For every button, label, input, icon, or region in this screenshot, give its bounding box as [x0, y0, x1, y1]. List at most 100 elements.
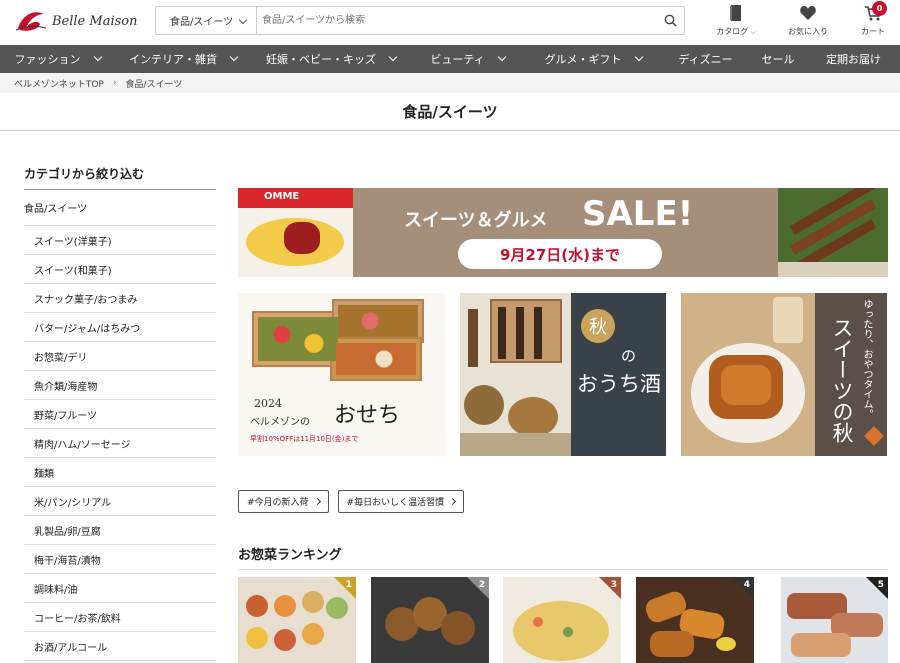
osechi-banner[interactable]: 2024 ベルメゾンの おせち 早割10%OFFは11月10日(金)まで	[238, 293, 445, 456]
sidebar-item[interactable]: お惣菜/デリ	[24, 342, 216, 371]
chevron-down-icon	[238, 15, 248, 25]
sale-date-pill: 9月27日(水)まで	[458, 239, 662, 269]
catalog-link[interactable]: カタログ ⌵	[712, 4, 760, 37]
sidebar-item[interactable]: スイーツ(和菓子)	[24, 255, 216, 284]
ranking-title: お惣菜ランキング	[238, 544, 888, 570]
sweets-title: スイーツの秋	[830, 317, 854, 443]
breadcrumb-home-link[interactable]: ベルメゾンネットTOP	[14, 77, 104, 90]
sidebar-item[interactable]: 調味料/油	[24, 574, 216, 603]
sake-banner[interactable]: 秋 の おうち酒	[460, 293, 666, 456]
osechi-box-image	[246, 297, 426, 381]
heart-icon	[800, 6, 816, 20]
sidebar-item[interactable]: 米/パン/シリアル	[24, 487, 216, 516]
chevron-down-icon	[497, 52, 506, 62]
chevron-down-icon	[388, 52, 398, 62]
rank-badge: 3	[599, 577, 621, 599]
main-nav: ファッション インテリア・雑貨 妊娠・ベビー・キッズ ビューティ グルメ・ギフト…	[0, 45, 900, 73]
sale-banner[interactable]: OMME スイーツ＆グルメ SALE! 9月27日(水)まで	[238, 188, 888, 277]
nav-item-subscription[interactable]: 定期お届け	[807, 45, 900, 73]
skewers-image	[778, 188, 888, 277]
category-sidebar: カテゴリから絞り込む 食品/スイーツ スイーツ(洋菓子) スイーツ(和菓子) ス…	[24, 158, 216, 661]
nav-label: 妊娠・ベビー・キッズ	[266, 53, 376, 66]
page-title: 食品/スイーツ	[0, 93, 900, 131]
rank-badge: 1	[334, 577, 356, 599]
osechi-line: ベルメゾンの	[250, 417, 310, 428]
cart-link[interactable]: カート 0	[856, 1, 890, 37]
nav-label: グルメ・ギフト	[544, 53, 622, 66]
nav-item-fashion[interactable]: ファッション	[0, 45, 115, 73]
logo-mark-icon	[15, 12, 47, 31]
autumn-char: 秋	[589, 317, 607, 338]
maple-leaf-icon	[864, 426, 884, 446]
cart-count-badge: 0	[872, 1, 887, 16]
sidebar-item-food-sweets[interactable]: 食品/スイーツ	[24, 190, 216, 226]
header: Belle Maison 食品/スイーツ カタログ ⌵ お気に入り カート 0	[0, 0, 900, 45]
sale-banner-sale: SALE!	[582, 194, 694, 234]
sidebar-item[interactable]: 梅干/海苔/漬物	[24, 545, 216, 574]
favorites-link[interactable]: お気に入り	[784, 4, 832, 37]
nav-item-sale[interactable]: セール	[749, 45, 807, 73]
search-category-select[interactable]: 食品/スイーツ	[156, 7, 257, 34]
osechi-year: 2024	[254, 397, 282, 410]
ranking-item[interactable]: 2	[371, 577, 489, 663]
omelette-image: OMME	[238, 188, 353, 277]
nav-item-interior[interactable]: インテリア・雑貨	[115, 45, 251, 73]
sidebar-item[interactable]: お酒/アルコール	[24, 632, 216, 661]
nav-label: ビューティ	[430, 53, 485, 66]
nav-item-gourmet-gift[interactable]: グルメ・ギフト	[524, 45, 662, 73]
breadcrumb: ベルメゾンネットTOP › 食品/スイーツ	[0, 73, 900, 93]
rank-badge: 2	[467, 577, 489, 599]
rank-badge: 5	[866, 577, 888, 599]
tag-new-arrivals[interactable]: #今月の新入荷	[238, 490, 329, 513]
sidebar-heading: カテゴリから絞り込む	[24, 158, 216, 190]
sweets-banner[interactable]: ゆったり、おやつタイム。 スイーツの秋	[681, 293, 887, 456]
sidebar-item[interactable]: 麺類	[24, 458, 216, 487]
tag-warm-habit[interactable]: #毎日おいしく温活習慣	[337, 490, 465, 513]
favorites-label: お気に入り	[788, 27, 828, 36]
sweets-subtitle: ゆったり、おやつタイム。	[861, 299, 872, 419]
sake-title-no: の	[621, 347, 637, 365]
sidebar-item[interactable]: 精肉/ハム/ソーセージ	[24, 429, 216, 458]
nav-label: インテリア・雑貨	[129, 53, 217, 66]
nav-label: 定期お届け	[826, 53, 881, 66]
sidebar-item[interactable]: スナック菓子/おつまみ	[24, 284, 216, 313]
search-button[interactable]	[656, 7, 684, 34]
french-toast-image	[681, 293, 815, 456]
sale-date-text: 9月27日(水)まで	[499, 245, 621, 264]
search-bar: 食品/スイーツ	[155, 6, 685, 35]
search-category-label: 食品/スイーツ	[170, 17, 234, 28]
ranking-item[interactable]: 3	[503, 577, 621, 663]
catalog-label: カタログ	[716, 27, 749, 36]
nav-label: セール	[761, 53, 795, 66]
restaurant-sign-text: OMME	[264, 191, 300, 202]
nav-item-baby-kids[interactable]: 妊娠・ベビー・キッズ	[251, 45, 411, 73]
sidebar-item[interactable]: バター/ジャム/はちみつ	[24, 313, 216, 342]
ranking-item[interactable]: 5	[781, 577, 888, 663]
ranking-item[interactable]: 4	[636, 577, 754, 663]
sidebar-item[interactable]: スイーツ(洋菓子)	[24, 226, 216, 255]
sake-image	[460, 293, 571, 456]
sake-title: おうち酒	[577, 372, 661, 396]
sidebar-item[interactable]: 乳製品/卵/豆腐	[24, 516, 216, 545]
osechi-title: おせち	[334, 403, 401, 428]
sidebar-item[interactable]: 魚介類/海産物	[24, 371, 216, 400]
nav-item-beauty[interactable]: ビューティ	[411, 45, 524, 73]
sake-text-panel: 秋 の おうち酒	[571, 293, 666, 456]
nav-item-disney[interactable]: ディズニー	[662, 45, 749, 73]
search-input[interactable]	[257, 7, 656, 34]
sweets-text-panel: ゆったり、おやつタイム。 スイーツの秋	[815, 293, 887, 456]
chevron-right-icon	[313, 497, 321, 506]
nav-label: ファッション	[14, 53, 81, 66]
chevron-down-icon	[634, 52, 643, 62]
search-icon	[664, 14, 677, 27]
sidebar-item[interactable]: 野菜/フルーツ	[24, 400, 216, 429]
ranking-item[interactable]: 1	[238, 577, 356, 663]
sidebar-item[interactable]: コーヒー/お茶/飲料	[24, 603, 216, 632]
catalog-icon	[730, 5, 741, 21]
rank-badge: 4	[732, 577, 754, 599]
nav-label: ディズニー	[678, 53, 733, 66]
breadcrumb-current: 食品/スイーツ	[125, 79, 183, 90]
logo[interactable]: Belle Maison	[14, 8, 149, 34]
hashtag-list: #今月の新入荷 #毎日おいしく温活習慣	[238, 490, 465, 513]
logo-text: Belle Maison	[52, 13, 138, 29]
